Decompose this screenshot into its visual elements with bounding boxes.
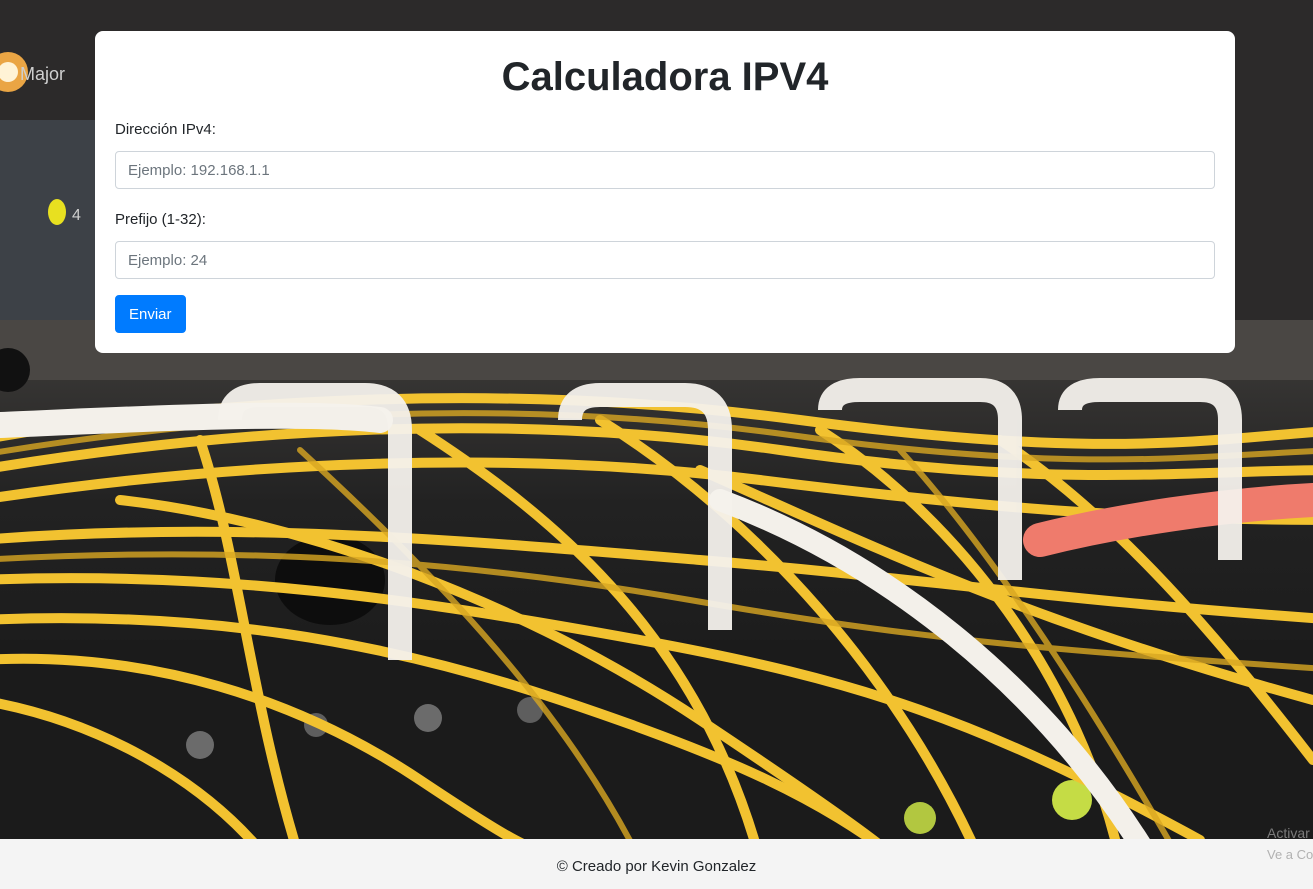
ip-address-input[interactable] [115, 151, 1215, 189]
watermark-line1: Activar Windows [1267, 825, 1313, 841]
footer: © Creado por Kevin Gonzalez [0, 839, 1313, 889]
prefix-label: Prefijo (1-32): [115, 211, 206, 228]
prefix-input[interactable] [115, 241, 1215, 279]
activation-watermark: Activar Windows Ve a Configuración [1267, 822, 1313, 866]
submit-button[interactable]: Enviar [115, 295, 186, 333]
calculator-card: Calculadora IPV4 Dirección IPv4: Prefijo… [95, 31, 1235, 353]
watermark-line2: Ve a Configuración [1267, 847, 1313, 862]
footer-credit: © Creado por Kevin Gonzalez [556, 858, 757, 875]
port-number: 4 [72, 207, 81, 224]
page-title: Calculadora IPV4 [501, 55, 829, 99]
ip-address-label: Dirección IPv4: [115, 121, 216, 138]
device-label: Major [20, 64, 65, 84]
